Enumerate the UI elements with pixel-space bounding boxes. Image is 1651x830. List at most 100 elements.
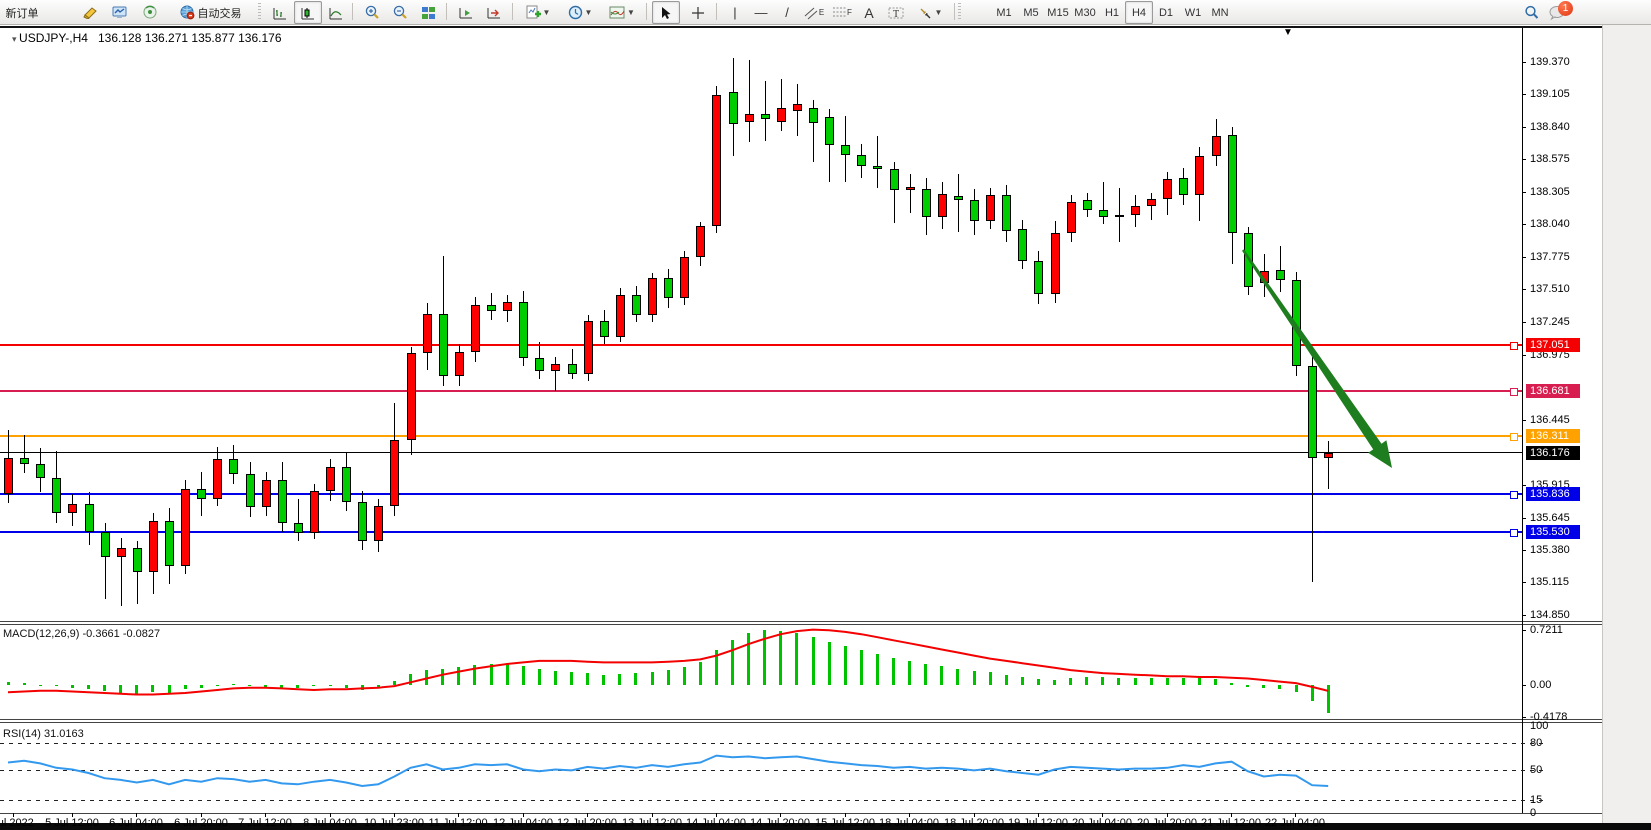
candle-bearish xyxy=(1244,233,1253,287)
macd-histogram-bar xyxy=(876,654,879,685)
candle-bullish xyxy=(1147,199,1156,206)
macd-histogram-bar xyxy=(184,685,187,690)
candle-bearish xyxy=(20,458,29,464)
trendline-tool[interactable]: / xyxy=(774,1,800,24)
candlestick-mode-button[interactable] xyxy=(294,1,322,24)
timeframe-m30[interactable]: M30 xyxy=(1071,1,1099,24)
candle-bearish xyxy=(568,364,577,374)
candle-bearish xyxy=(133,548,142,572)
macd-histogram-bar xyxy=(1230,683,1233,685)
line-handle[interactable] xyxy=(1510,491,1518,499)
tile-windows-button[interactable] xyxy=(414,1,442,24)
separator-main-macd[interactable] xyxy=(0,621,1602,622)
separator-main-macd[interactable] xyxy=(0,624,1602,625)
price-tick-mark xyxy=(1522,322,1526,323)
timeframe-h4[interactable]: H4 xyxy=(1125,1,1153,24)
candle-bullish xyxy=(213,459,222,498)
signals-icon-button[interactable] xyxy=(138,1,162,24)
candle-bearish xyxy=(632,295,641,315)
chart-shift-button[interactable] xyxy=(480,1,508,24)
candle-bullish xyxy=(1195,156,1204,195)
auto-scroll-button[interactable] xyxy=(452,1,480,24)
indicators-button[interactable]: ▼ xyxy=(518,1,558,24)
line-handle[interactable] xyxy=(1510,388,1518,396)
macd-histogram-bar xyxy=(1246,685,1249,687)
vertical-line-tool[interactable]: | xyxy=(722,1,748,24)
price-tick-mark xyxy=(1522,94,1526,95)
order-history-icon-button[interactable] xyxy=(78,1,102,24)
price-tick-mark xyxy=(1522,159,1526,160)
signal-icon xyxy=(142,5,158,20)
zoom-in-button[interactable] xyxy=(358,1,386,24)
line-handle[interactable] xyxy=(1510,342,1518,350)
text-tool[interactable]: A xyxy=(856,1,882,24)
price-tick-label: 135.115 xyxy=(1530,576,1569,588)
symbol-period-label: USDJPY-,H4 xyxy=(19,31,88,45)
new-order-button[interactable]: 新订单 xyxy=(0,1,53,24)
rsi-level-dashed[interactable] xyxy=(0,800,1545,801)
timeframe-m5[interactable]: M5 xyxy=(1017,1,1045,24)
candle-bullish xyxy=(262,480,271,507)
line-chart-mode-button[interactable] xyxy=(322,1,350,24)
toolbar-drag-handle[interactable] xyxy=(258,3,261,20)
horizontal-level-line[interactable] xyxy=(0,435,1522,437)
macd-histogram-bar xyxy=(7,682,10,684)
candle-bullish xyxy=(374,506,383,541)
periods-button[interactable]: ▼ xyxy=(560,1,600,24)
rsi-level-dashed[interactable] xyxy=(0,770,1545,771)
macd-histogram-bar xyxy=(1101,677,1104,685)
channel-tool[interactable]: E xyxy=(800,1,828,24)
horizontal-line-tool[interactable]: — xyxy=(748,1,774,24)
crosshair-tool-button[interactable] xyxy=(684,1,712,24)
market-watch-icon-button[interactable] xyxy=(108,1,132,24)
price-tick-mark xyxy=(1522,192,1526,193)
cursor-tool-button[interactable] xyxy=(652,1,680,24)
toolbar-drag-handle[interactable] xyxy=(958,3,961,20)
macd-histogram-bar xyxy=(538,669,541,685)
zoom-out-button[interactable] xyxy=(386,1,414,24)
timeframe-m1[interactable]: M1 xyxy=(990,1,1018,24)
timeframe-mn[interactable]: MN xyxy=(1206,1,1234,24)
top-marker-icon[interactable]: ▼ xyxy=(1283,27,1293,38)
price-tick-label: 137.245 xyxy=(1530,316,1570,328)
macd-histogram-bar xyxy=(667,670,670,685)
fibonacci-tool[interactable]: F xyxy=(828,1,856,24)
bar-chart-mode-button[interactable] xyxy=(266,1,294,24)
macd-histogram-bar xyxy=(425,670,428,685)
macd-histogram-bar xyxy=(312,685,315,687)
horizontal-line-icon: — xyxy=(755,5,768,20)
timeframe-w1[interactable]: W1 xyxy=(1179,1,1207,24)
macd-histogram-bar xyxy=(924,664,927,685)
templates-button[interactable]: ▼ xyxy=(602,1,642,24)
separator-macd-rsi[interactable] xyxy=(0,719,1602,720)
candle-bearish xyxy=(52,478,61,513)
timeframe-m15[interactable]: M15 xyxy=(1044,1,1072,24)
rsi-label: RSI(14) 31.0163 xyxy=(3,728,84,740)
macd-histogram-bar xyxy=(1311,685,1314,702)
timeframe-d1[interactable]: D1 xyxy=(1152,1,1180,24)
arrows-tool-button[interactable]: ▼ xyxy=(910,1,950,24)
horizontal-level-line[interactable] xyxy=(0,493,1522,495)
horizontal-level-line[interactable] xyxy=(0,390,1522,392)
candle-bullish xyxy=(712,95,721,226)
candle-bearish xyxy=(1034,261,1043,294)
macd-histogram-bar xyxy=(812,637,815,684)
text-label-tool[interactable]: T xyxy=(882,1,910,24)
candle-bullish xyxy=(117,548,126,558)
macd-histogram-bar xyxy=(1037,679,1040,684)
line-handle[interactable] xyxy=(1510,433,1518,441)
separator-macd-rsi[interactable] xyxy=(0,722,1602,723)
candle-bullish xyxy=(326,467,335,491)
line-handle[interactable] xyxy=(1510,529,1518,537)
chevron-down-icon[interactable]: ▾ xyxy=(12,34,19,44)
chevron-down-icon: ▼ xyxy=(543,8,551,17)
auto-trading-button[interactable]: 自动交易 xyxy=(166,1,254,24)
rsi-level-dashed[interactable] xyxy=(0,743,1545,744)
search-button[interactable] xyxy=(1518,1,1544,24)
candle-bearish xyxy=(1018,229,1027,261)
horizontal-level-line[interactable] xyxy=(0,531,1522,533)
notification-badge[interactable]: 1 xyxy=(1558,1,1573,16)
timeframe-h1[interactable]: H1 xyxy=(1098,1,1126,24)
price-tick-mark xyxy=(1522,257,1526,258)
candle-bearish xyxy=(1292,280,1301,367)
